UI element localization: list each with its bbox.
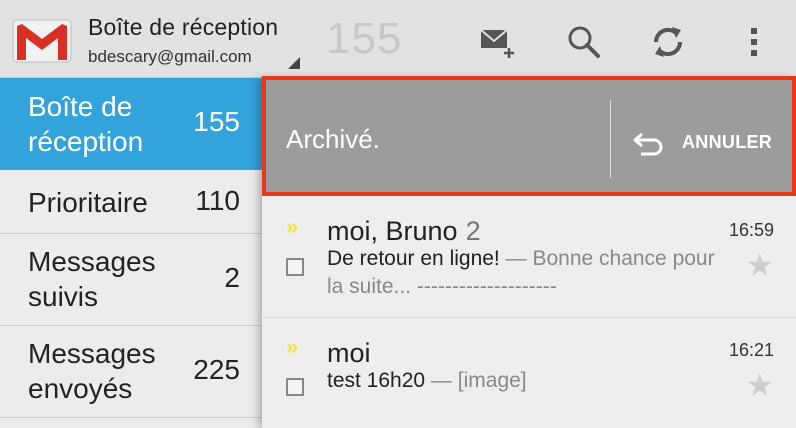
conversation-sender: moi <box>327 338 371 368</box>
sender-name: moi, Bruno <box>327 216 458 246</box>
action-bar: Boîte de réception bdescary@gmail.com 15… <box>0 0 796 78</box>
conversation-time: 16:21 <box>728 340 774 360</box>
sidebar-item-label: Messages suivis <box>28 246 156 312</box>
overflow-menu-icon[interactable] <box>734 22 774 62</box>
sidebar-item-label: Messages envoyés <box>28 338 156 404</box>
sidebar-item-priority[interactable]: Prioritaire 110 <box>0 170 262 234</box>
account-spinner[interactable]: Boîte de réception bdescary@gmail.com <box>88 14 278 67</box>
search-icon[interactable] <box>564 22 604 62</box>
undo-label: ANNULER <box>682 132 773 152</box>
sidebar-item-count: 155 <box>193 106 240 137</box>
sidebar-item-starred[interactable]: Messages suivis 2 <box>0 234 262 326</box>
conversation-subject: test 16h20 <box>327 369 426 392</box>
compose-icon[interactable] <box>478 22 518 62</box>
conversation-subject: De retour en ligne! <box>327 247 500 270</box>
select-checkbox[interactable] <box>286 378 304 396</box>
importance-marker-icon[interactable]: » <box>286 334 298 360</box>
star-icon[interactable]: ★ <box>745 246 774 284</box>
page-title: Boîte de réception <box>88 14 279 40</box>
undo-divider <box>610 100 611 178</box>
conversation-row[interactable]: » moi, Bruno 2 16:59 De retour en ligne! … <box>262 198 796 318</box>
sidebar-item-inbox[interactable]: Boîte de réception 155 <box>0 78 262 170</box>
labels-sidebar: Boîte de réception 155 Prioritaire 110 M… <box>0 78 262 428</box>
conversation-sender: moi, Bruno 2 <box>327 216 481 247</box>
undo-bar: Archivé. ANNULER <box>262 76 796 196</box>
sidebar-item-label: Boîte de réception <box>28 91 144 157</box>
sidebar-item-count: 110 <box>195 185 240 216</box>
undo-message: Archivé. <box>286 124 380 154</box>
sidebar-item-sent[interactable]: Messages envoyés 225 <box>0 326 262 418</box>
star-icon[interactable]: ★ <box>745 366 774 404</box>
account-email: bdescary@gmail.com <box>88 47 252 66</box>
refresh-icon[interactable] <box>648 22 688 62</box>
conversation-preview: test 16h20 — [image] <box>327 367 727 395</box>
conversation-preview: De retour en ligne! — Bonne chance pour … <box>327 245 727 301</box>
unread-count: 155 <box>326 14 403 63</box>
snippet-separator: — <box>425 369 458 392</box>
sidebar-item-count: 2 <box>224 262 240 293</box>
select-checkbox[interactable] <box>286 258 304 276</box>
sidebar-item-count: 225 <box>193 354 240 385</box>
sidebar-item-label: Prioritaire <box>28 187 148 218</box>
snippet-separator: — <box>499 247 533 270</box>
undo-arrow-icon <box>632 130 666 156</box>
dropdown-indicator-icon <box>288 57 300 69</box>
conversation-snippet: [image] <box>457 369 527 392</box>
gmail-logo-icon[interactable] <box>12 16 72 64</box>
importance-marker-icon[interactable]: » <box>286 214 298 240</box>
conversation-time: 16:59 <box>728 220 774 240</box>
conversation-row[interactable]: » moi 16:21 test 16h20 — [image] ★ <box>262 318 796 428</box>
thread-count: 2 <box>465 216 481 246</box>
